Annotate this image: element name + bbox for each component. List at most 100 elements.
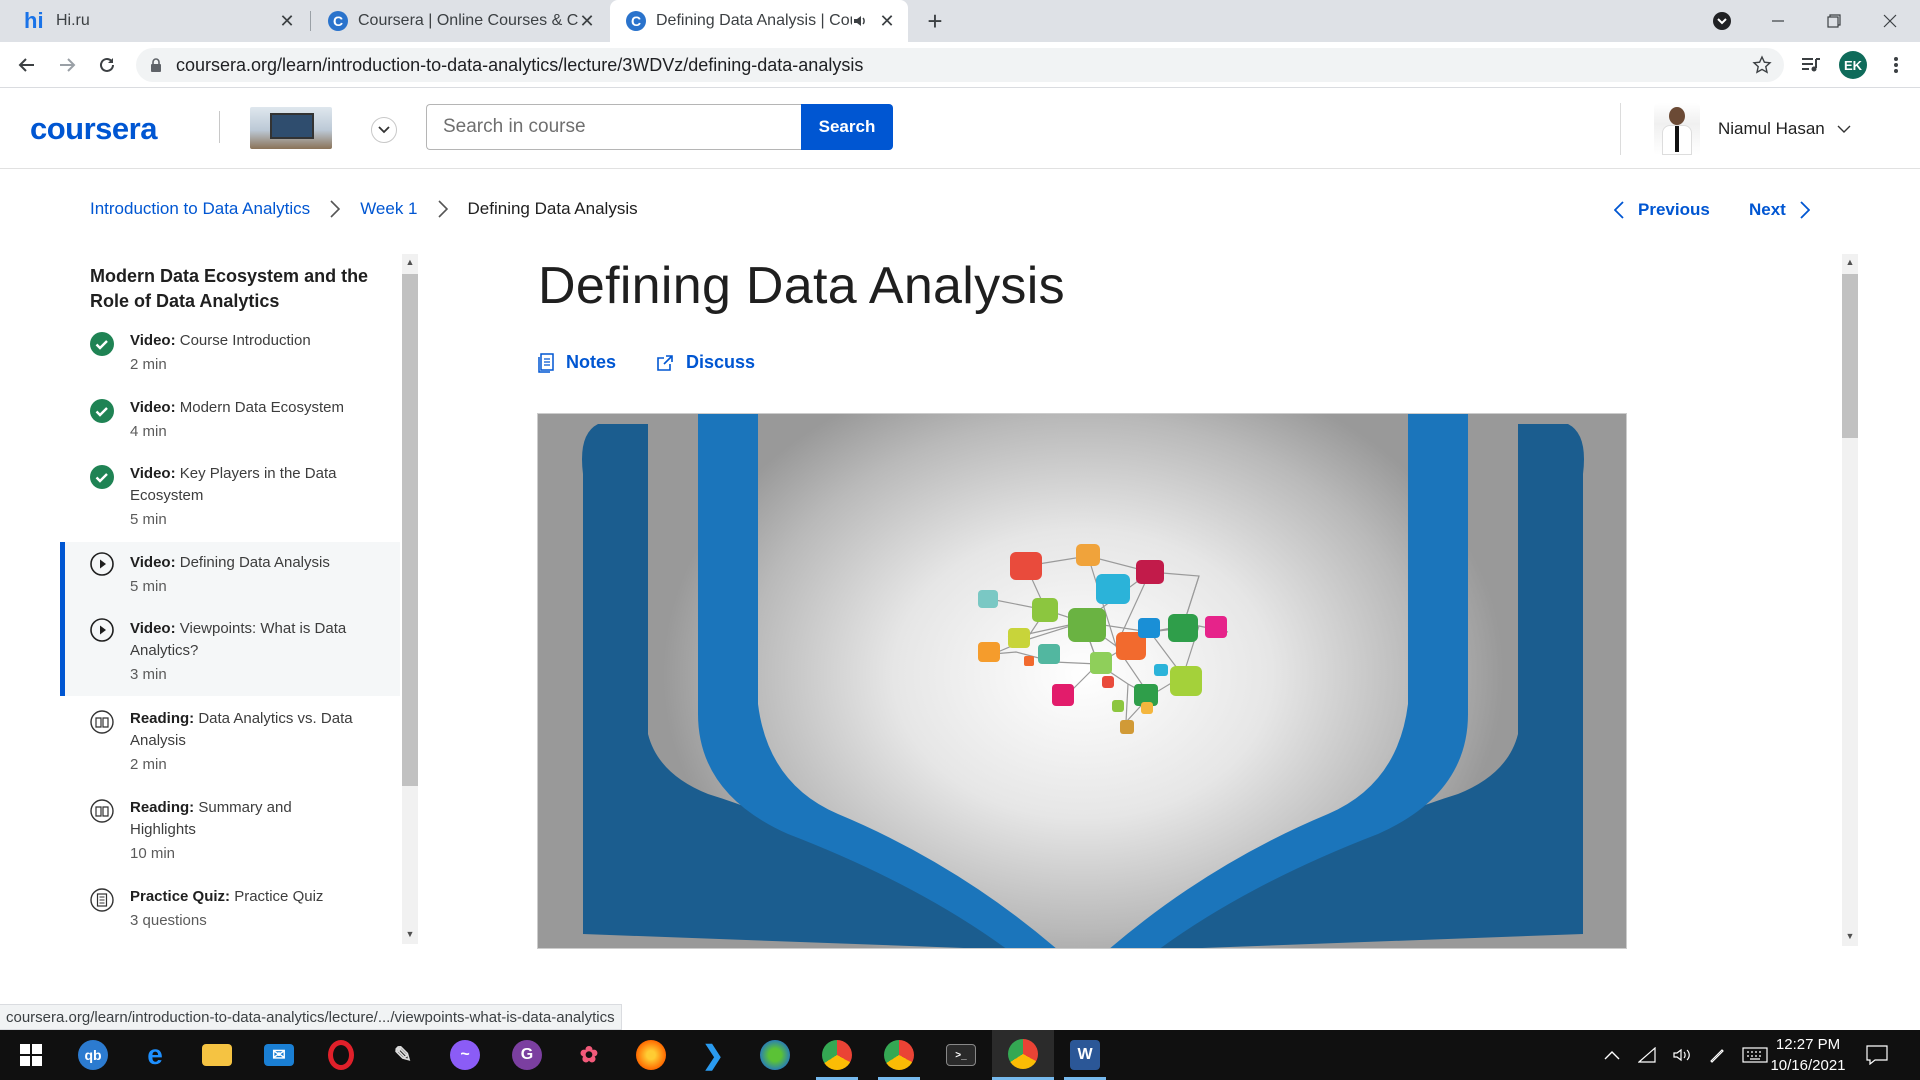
close-tab-icon[interactable]: ✕ — [578, 11, 596, 31]
pinwheel-app-icon[interactable]: ✿ — [558, 1030, 620, 1080]
reading-book-icon — [90, 799, 114, 823]
user-menu[interactable]: Niamul Hasan — [1654, 103, 1851, 155]
scroll-down-arrow-icon[interactable]: ▼ — [1844, 931, 1856, 943]
chrome-menu-icon[interactable] — [1880, 49, 1912, 81]
sidebar-item-practice-quiz[interactable]: Practice Quiz: Practice Quiz 3 questions — [60, 886, 400, 932]
windows-start-icon[interactable] — [0, 1030, 62, 1080]
minimize-icon[interactable] — [1750, 0, 1806, 42]
notes-label[interactable]: Notes — [566, 352, 616, 373]
tab-separator — [310, 11, 311, 31]
network-icon[interactable] — [1638, 1047, 1656, 1063]
lesson-title: Course Introduction — [179, 332, 311, 349]
discuss-label[interactable]: Discuss — [686, 352, 755, 373]
file-explorer-icon[interactable] — [186, 1030, 248, 1080]
breadcrumb-current: Defining Data Analysis — [467, 199, 638, 218]
notes-icon — [538, 352, 554, 373]
pen-workspace-icon[interactable] — [1708, 1046, 1726, 1064]
content-scrollbar[interactable]: ▲ ▼ — [1840, 254, 1860, 946]
github-desktop-icon[interactable]: G — [496, 1030, 558, 1080]
sidebar-scrollbar[interactable]: ▲ ▼ — [400, 254, 420, 944]
url-text[interactable]: coursera.org/learn/introduction-to-data-… — [176, 55, 1752, 76]
reload-icon[interactable] — [91, 49, 123, 81]
inkscape-icon[interactable]: ✎ — [372, 1030, 434, 1080]
hi-ru-favicon-icon: hi — [24, 8, 44, 33]
scroll-down-arrow-icon[interactable]: ▼ — [404, 929, 416, 941]
mail-icon[interactable]: ✉ — [248, 1030, 310, 1080]
lesson-duration: 4 min — [130, 423, 167, 440]
sidebar-item-key-players[interactable]: Video: Key Players in the Data Ecosystem… — [60, 463, 400, 531]
close-tab-icon[interactable]: ✕ — [278, 11, 296, 31]
chrome-profile-icon[interactable] — [868, 1030, 930, 1080]
search-input[interactable] — [426, 104, 802, 150]
show-hidden-icons-chevron-icon[interactable] — [1604, 1050, 1620, 1060]
media-control-icon[interactable] — [1795, 49, 1827, 81]
back-arrow-icon[interactable] — [11, 49, 43, 81]
scroll-up-arrow-icon[interactable]: ▲ — [1844, 257, 1856, 269]
opera-browser-icon[interactable] — [310, 1030, 372, 1080]
breadcrumb-week-link[interactable]: Week 1 — [360, 199, 417, 219]
next-button[interactable]: Next — [1749, 200, 1810, 220]
next-label[interactable]: Next — [1749, 200, 1786, 220]
tab-title: Defining Data Analysis | Cou — [656, 12, 852, 29]
chevron-down-icon[interactable] — [1837, 125, 1851, 133]
globe-app-icon[interactable] — [744, 1030, 806, 1080]
chrome-icon[interactable] — [806, 1030, 868, 1080]
lesson-duration: 10 min — [130, 845, 176, 862]
browser-tab-strip: hi Hi.ru ✕ C Coursera | Online Courses &… — [0, 0, 1920, 42]
quickbooks-icon[interactable]: qb — [62, 1030, 124, 1080]
profile-avatar[interactable]: EK — [1839, 51, 1867, 79]
user-name[interactable]: Niamul Hasan — [1718, 119, 1825, 139]
restore-icon[interactable] — [1806, 0, 1862, 42]
sidebar-item-defining-data-analysis[interactable]: Video: Defining Data Analysis 5 min — [90, 552, 400, 618]
video-player[interactable] — [537, 413, 1627, 949]
sidebar-item-viewpoints[interactable]: Video: Viewpoints: What is Data Analytic… — [90, 618, 400, 686]
close-tab-icon[interactable]: ✕ — [878, 11, 896, 31]
notifications-icon[interactable] — [1866, 1030, 1888, 1080]
chevron-right-icon — [330, 200, 341, 218]
notes-button[interactable]: Notes — [538, 352, 616, 373]
clock-date: 10/16/2021 — [1770, 1057, 1846, 1074]
tab-title: Coursera | Online Courses & Crec — [358, 12, 578, 29]
audio-playing-icon[interactable] — [852, 13, 868, 29]
sidebar-item-reading-summary[interactable]: Reading: Summary and Highlights 10 min — [60, 797, 400, 865]
discuss-button[interactable]: Discuss — [656, 352, 755, 373]
reading-book-icon — [90, 710, 114, 734]
user-avatar[interactable] — [1654, 103, 1700, 155]
firefox-icon[interactable] — [620, 1030, 682, 1080]
system-clock[interactable]: 12:27 PM 10/16/2021 — [1762, 1034, 1854, 1076]
tab-search-icon[interactable] — [1694, 0, 1750, 42]
content-scrollbar-thumb[interactable] — [1842, 274, 1858, 438]
close-window-icon[interactable] — [1862, 0, 1918, 42]
tab-hi-ru[interactable]: hi Hi.ru ✕ — [8, 0, 308, 42]
terminal-icon[interactable]: >_ — [930, 1030, 992, 1080]
course-outline-sidebar: Modern Data Ecosystem and the Role of Da… — [60, 254, 400, 944]
sidebar-item-modern-data-ecosystem[interactable]: Video: Modern Data Ecosystem 4 min — [60, 397, 400, 443]
sidebar-scrollbar-thumb[interactable] — [402, 274, 418, 786]
bookmark-star-icon[interactable] — [1752, 55, 1772, 75]
forward-arrow-icon[interactable] — [51, 49, 83, 81]
course-menu-chevron-down-icon[interactable] — [371, 117, 397, 143]
lock-icon[interactable] — [150, 58, 162, 72]
previous-label[interactable]: Previous — [1638, 200, 1710, 220]
breadcrumb: Introduction to Data Analytics Week 1 De… — [90, 199, 638, 219]
lesson-type: Video: — [130, 332, 176, 349]
breadcrumb-course-link[interactable]: Introduction to Data Analytics — [90, 199, 310, 219]
sidebar-item-course-introduction[interactable]: Video: Course Introduction 2 min — [60, 330, 400, 376]
scroll-up-arrow-icon[interactable]: ▲ — [404, 257, 416, 269]
tab-defining-data-analysis[interactable]: C Defining Data Analysis | Cou ✕ — [610, 0, 908, 42]
messenger-icon[interactable]: ~ — [434, 1030, 496, 1080]
lecture-actions: Notes Discuss — [538, 352, 795, 373]
lesson-duration: 2 min — [130, 356, 167, 373]
volume-icon[interactable] — [1672, 1047, 1692, 1063]
tab-coursera-home[interactable]: C Coursera | Online Courses & Crec ✕ — [312, 0, 608, 42]
word-icon[interactable]: W — [1054, 1030, 1116, 1080]
address-bar[interactable]: coursera.org/learn/introduction-to-data-… — [136, 48, 1784, 82]
coursera-logo[interactable]: coursera — [30, 111, 157, 147]
sidebar-item-reading-analytics-vs-analysis[interactable]: Reading: Data Analytics vs. Data Analysi… — [60, 708, 400, 776]
edge-browser-icon[interactable]: e — [124, 1030, 186, 1080]
new-tab-button[interactable]: + — [920, 6, 950, 36]
vscode-icon[interactable]: ❯ — [682, 1030, 744, 1080]
chrome-ek-icon[interactable] — [992, 1030, 1054, 1080]
search-button[interactable]: Search — [801, 104, 893, 150]
previous-button[interactable]: Previous — [1614, 200, 1710, 220]
